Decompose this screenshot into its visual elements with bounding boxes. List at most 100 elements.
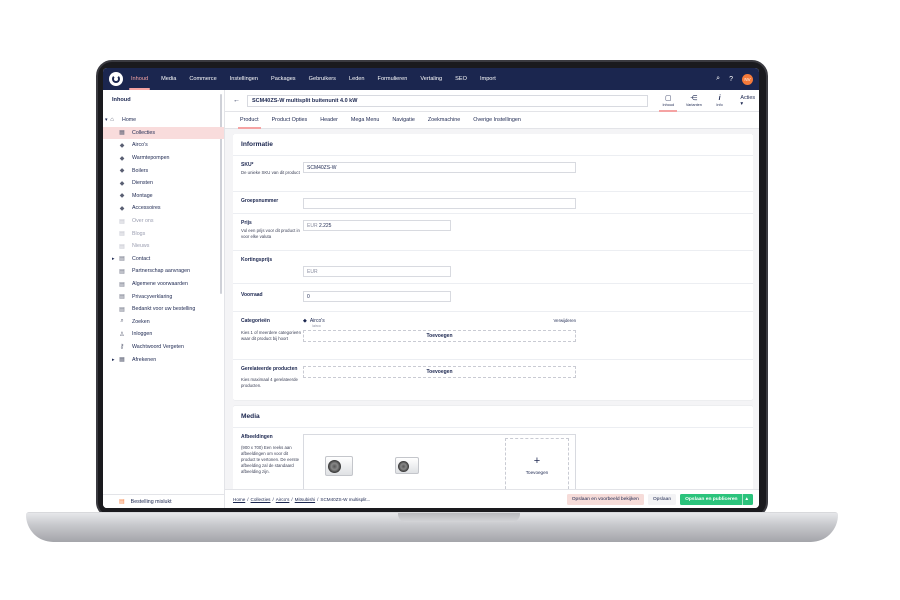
- app-inhoud-button[interactable]: ▢ Inhoud: [655, 90, 681, 112]
- nav-instellingen[interactable]: Instellingen: [230, 68, 258, 90]
- property-label: SKU*: [241, 162, 254, 168]
- tab-navigatie[interactable]: Navigatie: [392, 112, 414, 129]
- tree-item-label: Montage: [132, 192, 153, 199]
- user-avatar[interactable]: NV: [742, 73, 753, 85]
- tree-item-home[interactable]: ▾ ⌂ Home: [103, 114, 224, 127]
- tree-item-aircos[interactable]: ◆ Airco's: [103, 139, 224, 152]
- nav-formulieren[interactable]: Formulieren: [378, 68, 408, 90]
- breadcrumb-current: SCM40ZS-W multisplit...: [320, 496, 371, 502]
- tree-item-over-ons[interactable]: ▤ Over ons: [103, 215, 224, 228]
- tree-item-contact[interactable]: ▸ ▤ Contact: [103, 253, 224, 266]
- save-and-publish-button[interactable]: Opslaan en publiceren ▴: [680, 493, 753, 505]
- key-icon: ⚷: [119, 344, 125, 351]
- tree-item-blogs[interactable]: ▤ Blogs: [103, 227, 224, 240]
- tree-item-privacy[interactable]: ▤ Privacyverklaring: [103, 290, 224, 303]
- groepsnummer-input[interactable]: [303, 198, 576, 209]
- app-varianten-button[interactable]: ⋲ Varianten: [681, 90, 707, 112]
- property-kortingsprijs: Kortingsprijs EUR: [233, 251, 753, 284]
- acties-dropdown[interactable]: Acties ▾: [740, 95, 759, 107]
- property-description: Kies maximaal 4 gerelateerde producten.: [241, 377, 298, 388]
- product-image-thumbnail[interactable]: [378, 438, 436, 494]
- prijs-input[interactable]: EUR 2.225: [303, 220, 451, 231]
- nav-seo[interactable]: SEO: [455, 68, 467, 90]
- property-label: Categorieën: [241, 318, 270, 324]
- add-category-button[interactable]: Toevoegen: [303, 330, 576, 342]
- tab-header[interactable]: Header: [320, 112, 338, 129]
- tree-item-zoeken[interactable]: ⌕ Zoeken: [103, 316, 224, 329]
- property-description: Kies 1 of meerdere categorieën waar dit …: [241, 330, 301, 341]
- save-and-preview-button[interactable]: Opslaan en voorbeeld bekijken: [566, 493, 644, 505]
- nav-vertaling[interactable]: Vertaling: [420, 68, 442, 90]
- tag-icon: ◆: [119, 193, 125, 200]
- nav-inhoud[interactable]: Inhoud: [128, 68, 151, 90]
- tree-item-voorwaarden[interactable]: ▤ Algemene voorwaarden: [103, 278, 224, 291]
- kortingsprijs-input[interactable]: EUR: [303, 266, 451, 277]
- search-icon[interactable]: ⌕: [716, 75, 720, 83]
- panel-title: Media: [233, 406, 753, 428]
- breadcrumb-item[interactable]: Home: [233, 497, 245, 502]
- tree-item-boilers[interactable]: ◆ Boilers: [103, 164, 224, 177]
- property-gerelateerde-producten: Gerelateerde producten Kies maximaal 4 g…: [233, 360, 753, 400]
- tree-item-diensten[interactable]: ◆ Diensten: [103, 177, 224, 190]
- nav-import[interactable]: Import: [480, 68, 496, 90]
- breadcrumb: Home / Collecties / Airco's / Mitsubishi / S…: [233, 496, 371, 502]
- save-button[interactable]: Opslaan: [647, 493, 677, 505]
- warning-page-icon: ▤: [119, 499, 125, 505]
- nav-media[interactable]: Media: [161, 68, 176, 90]
- tree-item-bedankt[interactable]: ▤ Bedankt voor uw bestelling: [103, 303, 224, 316]
- tab-zoekmachine[interactable]: Zoekmachine: [428, 112, 460, 129]
- tree-item-label: Airco's: [132, 142, 148, 149]
- nav-gebruikers[interactable]: Gebruikers: [309, 68, 336, 90]
- tree-item-inloggen[interactable]: ♙ Inloggen: [103, 328, 224, 341]
- voorraad-input[interactable]: 0: [303, 291, 451, 302]
- image-gallery: + Toevoegen: [303, 434, 576, 494]
- page-icon: ▤: [119, 243, 125, 250]
- tab-overige-instellingen[interactable]: Overige Instellingen: [473, 112, 521, 129]
- tree-item-label: Inloggen: [132, 331, 153, 338]
- tree-item-label: Bedankt voor uw bestelling: [132, 306, 196, 313]
- tag-icon: ◆: [119, 205, 125, 212]
- tree-item-partnerschap[interactable]: ▤ Partnerschap aanvragen: [103, 265, 224, 278]
- breadcrumb-item[interactable]: Collecties: [251, 497, 271, 502]
- back-arrow-icon[interactable]: ←: [233, 97, 240, 104]
- remove-category-link[interactable]: Verwijderen: [554, 318, 576, 323]
- umbraco-logo-icon[interactable]: [109, 72, 123, 86]
- breadcrumb-item[interactable]: Mitsubishi: [295, 497, 315, 502]
- tree-item-bestelling-mislukt[interactable]: ▤ Bestelling mislukt: [103, 494, 224, 508]
- app-info-button[interactable]: i Info: [707, 90, 733, 112]
- tree-item-wachtwoord[interactable]: ⚷ Wachtwoord Vergeten: [103, 341, 224, 354]
- product-image-thumbnail[interactable]: [310, 438, 368, 494]
- tab-mega-menu[interactable]: Mega Menu: [351, 112, 379, 129]
- property-sku: SKU* De unieke SKU van dit product SCM40…: [233, 156, 753, 192]
- caret-right-icon[interactable]: ▸: [112, 357, 115, 363]
- property-description: Vul een prijs voor dit product in voor e…: [241, 228, 300, 239]
- tab-product-opties[interactable]: Product Opties: [272, 112, 308, 129]
- tree-item-montage[interactable]: ◆ Montage: [103, 190, 224, 203]
- help-icon[interactable]: ?: [729, 76, 733, 83]
- screen: Inhoud Media Commerce Instellingen Packa…: [103, 68, 759, 508]
- nav-leden[interactable]: Leden: [349, 68, 365, 90]
- nav-commerce[interactable]: Commerce: [189, 68, 216, 90]
- node-name-input[interactable]: SCM40ZS-W multisplit buitenunit 4.0 kW: [247, 94, 648, 107]
- panel-title: Informatie: [233, 134, 753, 156]
- tree-item-label: Nieuws: [132, 243, 150, 250]
- tab-product[interactable]: Product: [238, 112, 261, 129]
- app-label: Inhoud: [662, 103, 675, 107]
- tree-item-afrekenen[interactable]: ▸ ▦ Afrekenen: [103, 353, 224, 366]
- add-image-button[interactable]: + Toevoegen: [505, 437, 569, 494]
- tree-item-accessoires[interactable]: ◆ Accessoires: [103, 202, 224, 215]
- laptop-mockup: Inhoud Media Commerce Instellingen Packa…: [0, 0, 900, 600]
- property-label: Afbeeldingen: [241, 434, 273, 440]
- tree-item-collecties[interactable]: ▦ Collecties: [103, 126, 224, 140]
- tree-item-nieuws[interactable]: ▤ Nieuws: [103, 240, 224, 253]
- caret-right-icon[interactable]: ▸: [112, 256, 115, 262]
- tree-item-warmtepompen[interactable]: ◆ Warmtepompen: [103, 152, 224, 165]
- sku-input[interactable]: SCM40ZS-W: [303, 162, 576, 173]
- caret-up-icon[interactable]: ▴: [741, 493, 748, 505]
- breadcrumb-item[interactable]: Airco's: [276, 497, 290, 502]
- property-label: Gerelateerde producten: [241, 366, 298, 372]
- add-related-product-button[interactable]: Toevoegen: [303, 366, 576, 378]
- caret-down-icon[interactable]: ▾: [105, 117, 108, 123]
- nav-packages[interactable]: Packages: [271, 68, 296, 90]
- category-path: /airco: [312, 324, 321, 328]
